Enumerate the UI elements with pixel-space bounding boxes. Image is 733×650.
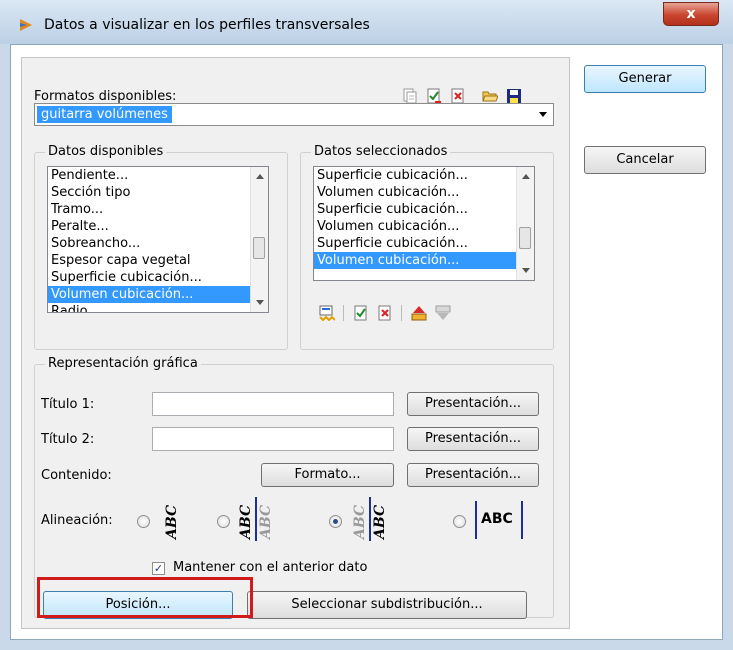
alignment-bar	[475, 501, 477, 539]
format-delete-icon[interactable]	[450, 88, 466, 104]
scroll-thumb[interactable]	[519, 227, 531, 249]
title2-label: Título 2:	[41, 432, 95, 447]
generate-button[interactable]: Generar	[584, 65, 706, 93]
scroll-thumb[interactable]	[253, 237, 265, 259]
alignment-radio-2[interactable]	[217, 515, 230, 528]
alignment-bar	[369, 497, 371, 541]
title-bar: Datos a visualizar en los perfiles trans…	[0, 0, 733, 44]
alignment-sample-ghost: ABC	[258, 504, 274, 539]
list-item[interactable]: Superficie cubicación...	[314, 201, 534, 218]
selected-scrollbar[interactable]	[516, 167, 534, 280]
highlight-box	[37, 577, 253, 618]
list-item[interactable]: Sección tipo	[48, 184, 268, 201]
formats-combo-value: guitarra volúmenes	[37, 106, 172, 123]
save-icon[interactable]	[506, 88, 522, 104]
title1-presentation-button[interactable]: Presentación...	[407, 392, 539, 416]
alignment-bar	[521, 501, 523, 539]
list-item[interactable]: Radio...	[48, 303, 268, 312]
keep-checkbox[interactable]: ✓	[152, 562, 165, 575]
selected-list[interactable]: Superficie cubicación... Volumen cubicac…	[313, 166, 535, 281]
list-item-selected[interactable]: Volumen cubicación...	[314, 252, 534, 269]
formats-combo[interactable]: guitarra volúmenes	[34, 103, 554, 126]
scroll-down-icon[interactable]	[256, 300, 264, 305]
dialog-window: Datos a visualizar en los perfiles trans…	[0, 0, 733, 650]
formats-label: Formatos disponibles:	[34, 89, 177, 104]
selected-title: Datos seleccionados	[311, 144, 451, 159]
alignment-radio-1[interactable]	[137, 515, 150, 528]
available-scrollbar[interactable]	[250, 167, 268, 312]
content-label: Contenido:	[41, 468, 112, 483]
alignment-radio-4[interactable]	[453, 515, 466, 528]
scroll-up-icon[interactable]	[522, 174, 530, 179]
list-item[interactable]: Sobreancho...	[48, 235, 268, 252]
alignment-label: Alineación:	[41, 513, 113, 528]
toolbar-separator	[401, 305, 402, 321]
content-presentation-button[interactable]: Presentación...	[407, 463, 539, 487]
open-folder-icon[interactable]	[482, 88, 498, 104]
move-down-icon[interactable]	[435, 305, 451, 321]
format-button[interactable]: Formato...	[261, 463, 394, 487]
move-up-icon[interactable]	[411, 305, 427, 321]
check-data-icon[interactable]	[353, 305, 369, 321]
alignment-sample-ghost: ABC	[352, 504, 368, 539]
title1-label: Título 1:	[41, 397, 95, 412]
list-item[interactable]: Volumen cubicación...	[314, 218, 534, 235]
scroll-up-icon[interactable]	[256, 174, 264, 179]
cancel-button[interactable]: Cancelar	[584, 146, 706, 174]
title2-input[interactable]	[152, 427, 394, 451]
list-item[interactable]: Superficie cubicación...	[48, 269, 268, 286]
format-accept-icon[interactable]	[426, 88, 442, 104]
alignment-bar	[255, 497, 257, 541]
window-title: Datos a visualizar en los perfiles trans…	[44, 17, 370, 33]
toolbar-separator	[343, 305, 344, 321]
format-copy-icon[interactable]	[402, 88, 418, 104]
list-item[interactable]: Espesor capa vegetal	[48, 252, 268, 269]
selected-group: Datos seleccionados Superficie cubicació…	[300, 144, 554, 350]
combo-dropdown-icon[interactable]	[539, 112, 547, 117]
alignment-sample-left: ABC	[238, 504, 254, 539]
alignment-sample-right: ABC	[372, 504, 388, 539]
available-list[interactable]: Pendiente... Sección tipo Tramo... Peral…	[47, 166, 269, 313]
alignment-sample-vertical: ABC	[164, 504, 180, 539]
left-panel: Formatos disponibles: guitarra volúmenes…	[21, 57, 570, 629]
subdistribution-button[interactable]: Seleccionar subdistribución...	[247, 591, 527, 619]
available-title: Datos disponibles	[45, 144, 167, 159]
list-item-selected[interactable]: Volumen cubicación...	[48, 286, 268, 303]
list-item[interactable]: Tramo...	[48, 201, 268, 218]
close-button[interactable]: x	[663, 2, 719, 26]
list-item[interactable]: Superficie cubicación...	[314, 235, 534, 252]
dialog-client: Formatos disponibles: guitarra volúmenes…	[10, 44, 723, 640]
title2-presentation-button[interactable]: Presentación...	[407, 427, 539, 451]
alignment-radio-3[interactable]	[329, 515, 342, 528]
list-item[interactable]: Peralte...	[48, 218, 268, 235]
available-group: Datos disponibles Pendiente... Sección t…	[34, 144, 288, 350]
list-item[interactable]: Volumen cubicación...	[314, 184, 534, 201]
add-data-icon[interactable]	[319, 305, 335, 321]
remove-data-icon[interactable]	[377, 305, 393, 321]
list-item[interactable]: Pendiente...	[48, 167, 268, 184]
keep-label: Mantener con el anterior dato	[173, 560, 368, 575]
graphic-title: Representación gráfica	[45, 356, 201, 371]
title1-input[interactable]	[152, 392, 394, 416]
app-icon	[20, 19, 32, 31]
scroll-down-icon[interactable]	[522, 268, 530, 273]
list-item[interactable]: Superficie cubicación...	[314, 167, 534, 184]
alignment-sample-horizontal: ABC	[481, 511, 513, 527]
